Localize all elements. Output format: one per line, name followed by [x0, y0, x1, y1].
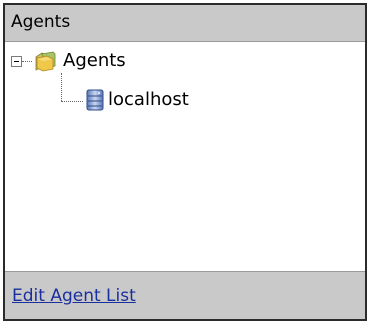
collapse-toggle-icon[interactable]: [11, 56, 22, 67]
edit-agent-list-link[interactable]: Edit Agent List: [12, 286, 136, 306]
tree-connector: [22, 61, 32, 62]
tree-connector: [61, 73, 62, 101]
panel-footer: Edit Agent List: [5, 271, 365, 319]
tree-node-label: localhost: [108, 89, 189, 110]
tree-connector: [61, 101, 83, 102]
panel-header: Agents: [5, 5, 365, 42]
tree-node-label: Agents: [63, 50, 126, 71]
server-icon: [85, 88, 105, 112]
panel-title: Agents: [11, 12, 71, 32]
agents-tree[interactable]: Agents localhost: [5, 42, 365, 271]
folder-icon: [33, 50, 57, 72]
agents-panel: Agents Agents localhost Edit Agent List: [3, 3, 367, 321]
